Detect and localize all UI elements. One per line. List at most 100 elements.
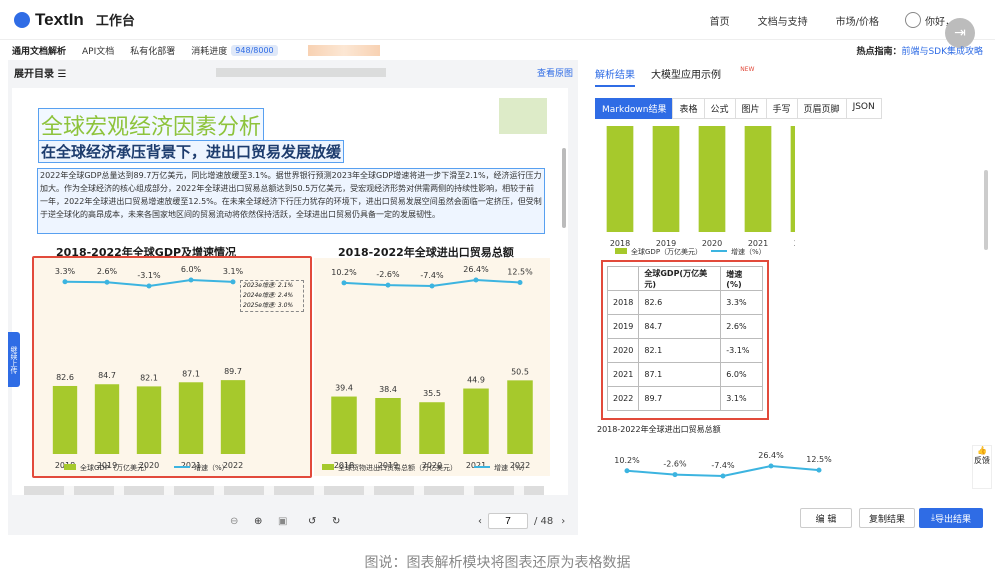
seg-image[interactable]: 图片 (734, 98, 767, 119)
tab-llm-demo[interactable]: 大模型应用示例 NEW (651, 66, 754, 87)
table-cell: 2.6% (720, 314, 763, 339)
doc-paragraph: 2022年全球GDP总量达到89.7万亿美元，同比增速放缓至3.1%。据世界银行… (37, 168, 545, 234)
result-table-box: 全球GDP(万亿美元) 增速(%) 2018 82.6 3.3% 2019 84.7 2… (601, 260, 769, 420)
markdown-result: 20182019202020212022全球GDP（万亿美元）增速（%） 全球G… (595, 126, 977, 506)
table-cell: 2022 (606, 386, 640, 411)
nav-home[interactable]: 首页 (710, 13, 730, 28)
seg-json[interactable]: JSON (845, 98, 882, 119)
rate-point (768, 463, 774, 469)
rate-point (720, 473, 726, 479)
forecast-2025: 2025e增速: 3.0% (243, 302, 294, 309)
doc-scrollbar[interactable] (562, 148, 566, 228)
document-viewer: 展开目录 ☰ 查看原图 全球宏观经济因素分析 在全球经济承压背景下，进出口贸易发… (8, 60, 578, 535)
hot-guide-label: 热点指南： (856, 46, 902, 57)
next-page-icon[interactable]: › (561, 516, 565, 527)
result-trade-title: 2018-2022年全球进出口贸易总额 (597, 425, 721, 434)
x-tick-label: 2018 (610, 239, 630, 248)
table-cell: 2019 (606, 314, 640, 339)
zoom-out-icon[interactable]: ⊖ (230, 516, 238, 527)
rotate-right-icon[interactable]: ↻ (332, 516, 340, 527)
table-cell: 2018 (606, 290, 640, 315)
rotate-left-icon[interactable]: ↺ (308, 516, 316, 527)
continue-upload-tab[interactable]: 继续上传 (8, 332, 20, 387)
x-tick-label: 2021 (748, 239, 768, 248)
fit-page-icon[interactable]: ▣ (278, 516, 287, 527)
bar-value-label: 39.4 (335, 384, 353, 393)
result-format-tabs: Markdown结果 表格 公式 图片 手写 页眉页脚 JSON (595, 98, 882, 119)
nav-docs[interactable]: 文档与支持 (758, 13, 808, 28)
copy-result-button[interactable]: 复制结果 (859, 508, 915, 528)
table-cell: 82.6 (638, 290, 722, 315)
table-header-cell: 全球GDP(万亿美元) (638, 266, 722, 291)
table-row: 2020 82.1 -3.1% (606, 338, 763, 363)
seg-header-footer[interactable]: 页眉页脚 (796, 98, 847, 119)
top-bar: TextIn 工作台 首页 文档与支持 市场/价格 你好， (0, 0, 995, 40)
page-total: / 48 (534, 515, 554, 527)
thumb-icon: 👍 (977, 446, 987, 455)
rate-label: 26.4% (463, 265, 489, 274)
legend-label: 全球货物进出口贸易总额（万亿美元） (338, 463, 457, 472)
table-row: 2021 87.1 6.0% (606, 362, 763, 387)
tab-parse-result[interactable]: 解析结果 (595, 66, 635, 87)
seg-formula[interactable]: 公式 (703, 98, 736, 119)
seg-handwriting[interactable]: 手写 (765, 98, 798, 119)
legend-swatch-bar (615, 248, 627, 254)
result-panel: 解析结果 大模型应用示例 NEW Markdown结果 表格 公式 图片 手写 … (585, 60, 995, 535)
brand-name: TextIn (35, 9, 84, 29)
tab-private-deploy[interactable]: 私有化部署 (130, 44, 175, 57)
logo[interactable]: TextIn 工作台 (14, 10, 135, 30)
rate-point (517, 279, 523, 285)
table-header-row: 全球GDP(万亿美元) 增速(%) (606, 266, 763, 291)
nav-market[interactable]: 市场/价格 (836, 13, 879, 28)
hot-guide-link[interactable]: 前端与SDK集成攻略 (901, 47, 983, 57)
table-cell: 2020 (606, 338, 640, 363)
rate-point (473, 277, 479, 283)
table-cell: 84.7 (638, 314, 722, 339)
blurred-footnote (24, 486, 544, 495)
hot-guide[interactable]: 热点指南：前端与SDK集成攻略 (856, 44, 983, 57)
bar (507, 380, 533, 454)
trade-chart: 39.4201810.2%38.42019-2.6%35.52020-7.4%4… (322, 265, 533, 472)
sub-nav: 通用文档解析 API文档 私有化部署 消耗进度 948/8000 热点指南：前端… (0, 40, 995, 60)
table-row: 2018 82.6 3.3% (606, 290, 763, 315)
textin-logo-icon (14, 11, 30, 28)
view-original-link[interactable]: 查看原图 (537, 66, 573, 79)
export-label: 导出结果 (934, 514, 971, 525)
rate-label: -7.4% (711, 461, 735, 470)
blurred-banner (307, 44, 380, 56)
avatar (905, 12, 921, 28)
table-cell: 89.7 (638, 386, 722, 411)
rate-label: -7.4% (420, 271, 444, 280)
export-result-button[interactable]: ⤓ 导出结果 (919, 508, 983, 528)
bar-value-label: 50.5 (511, 367, 529, 376)
rate-label: 12.5% (806, 455, 832, 464)
table-cell: 87.1 (638, 362, 722, 387)
table-cell: 82.1 (638, 338, 722, 363)
bar (419, 402, 445, 454)
tab-api-docs[interactable]: API文档 (82, 44, 114, 57)
edit-button[interactable]: 编 辑 (800, 508, 852, 528)
result-scrollbar[interactable] (984, 170, 988, 250)
table-cell: 3.3% (720, 290, 763, 315)
table-cell: 6.0% (720, 362, 763, 387)
feedback-button[interactable]: 👍 反馈 (972, 445, 992, 489)
usage-badge: 948/8000 (231, 44, 278, 56)
tab-general-parse[interactable]: 通用文档解析 (12, 44, 66, 57)
seg-markdown[interactable]: Markdown结果 (595, 98, 674, 119)
table-header-cell (606, 266, 640, 291)
bar (463, 388, 489, 454)
top-nav: 首页 文档与支持 市场/价格 你好， (682, 0, 955, 40)
page-input[interactable] (488, 513, 528, 529)
table-header-cell: 增速(%) (720, 266, 763, 291)
viewer-header: 展开目录 ☰ 查看原图 (8, 60, 578, 84)
bar (652, 126, 680, 232)
prev-page-icon[interactable]: ‹ (478, 516, 482, 527)
seg-table[interactable]: 表格 (672, 98, 705, 119)
rate-point (341, 280, 347, 286)
rate-label: 26.4% (758, 451, 784, 460)
catalog-toggle[interactable]: 展开目录 ☰ (14, 65, 66, 80)
document-page: 全球宏观经济因素分析 在全球经济承压背景下，进出口贸易发展放缓 2022年全球G… (12, 88, 568, 495)
table-cell: 3.1% (720, 386, 763, 411)
zoom-in-icon[interactable]: ⊕ (254, 516, 262, 527)
table-row: 2022 89.7 3.1% (606, 386, 763, 411)
